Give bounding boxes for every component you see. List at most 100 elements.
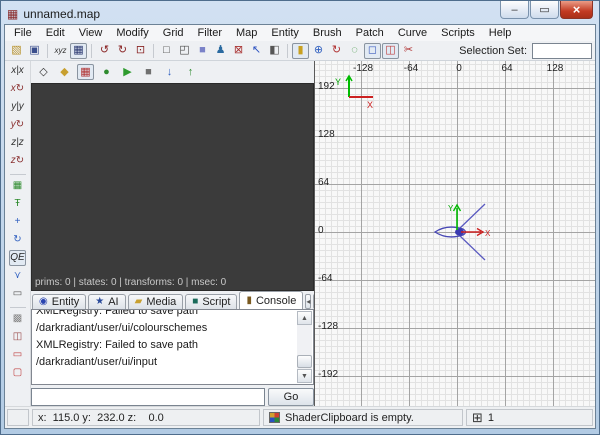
selection-set-input[interactable] xyxy=(532,43,592,59)
scroll-down-icon[interactable]: ▼ xyxy=(297,369,312,383)
maximize-button[interactable]: ▭ xyxy=(530,1,559,19)
console-command-input[interactable] xyxy=(31,388,265,406)
brush-cuboid-icon[interactable]: □ xyxy=(158,43,175,59)
rotate-tool-icon[interactable]: ↻ xyxy=(9,232,26,248)
marker-y-label: Y xyxy=(448,204,454,213)
tab-scroll-left-button[interactable]: ◂ xyxy=(305,294,311,309)
hollow-brush-icon[interactable]: ⊠ xyxy=(230,43,247,59)
camera-marker[interactable]: Y X xyxy=(419,198,519,268)
shader-clipboard-icon xyxy=(269,412,280,423)
grid-y-tick: 192 xyxy=(318,81,335,92)
console-output: XMLRegistry: Failed to save path/darkrad… xyxy=(36,309,295,371)
lighting-preview-icon[interactable]: ● xyxy=(98,64,115,80)
rotate-x-icon[interactable]: x↻ xyxy=(9,81,26,97)
close-button[interactable]: × xyxy=(560,1,593,19)
menu-item-scripts[interactable]: Scripts xyxy=(434,26,482,40)
rotate-manipulator-icon[interactable]: ↻ xyxy=(328,43,345,59)
farclip-in-icon[interactable]: ↓ xyxy=(161,64,178,80)
grid-view[interactable]: Y X Y xyxy=(314,61,596,406)
change-views-icon[interactable]: xyz xyxy=(52,43,69,59)
menu-item-entity[interactable]: Entity xyxy=(264,26,306,40)
camera-viewport[interactable]: prims: 0 | states: 0 | transforms: 0 | m… xyxy=(31,83,314,291)
tab-script[interactable]: ■Script xyxy=(185,294,237,309)
menu-item-file[interactable]: File xyxy=(7,26,39,40)
textured-mode-icon[interactable]: ◆ xyxy=(56,64,73,80)
brush-polyhedron-icon[interactable]: ■ xyxy=(194,43,211,59)
menu-item-view[interactable]: View xyxy=(72,26,110,40)
menu-item-patch[interactable]: Patch xyxy=(349,26,391,40)
minimize-button[interactable]: – xyxy=(500,1,529,19)
csg-subtract-icon[interactable]: ▦ xyxy=(9,178,26,194)
client-area: FileEditViewModifyGridFilterMapEntityBru… xyxy=(4,24,596,429)
realtime-play-icon[interactable]: ▶ xyxy=(119,64,136,80)
flip-x-icon[interactable]: x|x xyxy=(9,63,26,79)
select-entities-icon[interactable]: ▭ xyxy=(9,347,26,363)
status-grid-size: ⊞ 1 xyxy=(466,409,593,426)
tab-entity[interactable]: ◉Entity xyxy=(32,294,86,309)
menu-item-curve[interactable]: Curve xyxy=(391,26,434,40)
vertex-tool-icon[interactable]: ⋎ xyxy=(9,268,26,284)
farclip-out-icon[interactable]: ↑ xyxy=(182,64,199,80)
menu-item-brush[interactable]: Brush xyxy=(306,26,349,40)
coordinates-text: x: 115.0 y: 232.0 z: 0.0 xyxy=(38,412,164,424)
grid-x-tick: 0 xyxy=(456,63,462,74)
cursor-box-icon[interactable]: ↖ xyxy=(248,43,265,59)
texture-view-icon[interactable]: ▦ xyxy=(70,43,87,59)
tab-media[interactable]: ▰Media xyxy=(128,294,184,309)
camera-toolbar: ◇◆▦●▶■↓↑ xyxy=(31,61,314,83)
save-map-icon[interactable]: ▣ xyxy=(26,43,43,59)
menu-item-filter[interactable]: Filter xyxy=(191,26,229,40)
chevron-left-icon: ◂ xyxy=(306,297,310,306)
lighting-mode-icon[interactable]: ▦ xyxy=(77,64,94,80)
marker-x-label: X xyxy=(485,229,491,238)
scroll-up-icon[interactable]: ▲ xyxy=(297,311,312,325)
translate-tool-icon[interactable]: + xyxy=(9,214,26,230)
grid-x-tick: -64 xyxy=(404,63,418,74)
menu-item-edit[interactable]: Edit xyxy=(39,26,72,40)
grid-y-tick: -128 xyxy=(318,321,338,332)
content-area: x|xx↻y|yy↻z|zz↻▦Ŧ+↻QE⋎▭▩◫▭▢ ◇◆▦●▶■↓↑ pri… xyxy=(5,61,595,406)
translate-manipulator-icon[interactable]: ⊕ xyxy=(310,43,327,59)
speaker-mute-icon[interactable]: ◧ xyxy=(266,43,283,59)
select-touching-icon[interactable]: ▩ xyxy=(9,311,26,327)
select-inside-icon[interactable]: ◫ xyxy=(9,329,26,345)
flip-y-icon[interactable]: y|y xyxy=(9,99,26,115)
grid-y-tick: 0 xyxy=(318,225,324,236)
make-room-icon[interactable]: Ŧ xyxy=(9,196,26,212)
rotate-z-icon[interactable]: z↻ xyxy=(9,153,26,169)
undo-icon[interactable]: ↺ xyxy=(96,43,113,59)
flip-z-icon[interactable]: z|z xyxy=(9,135,26,151)
player-start-icon[interactable]: ♟ xyxy=(212,43,229,59)
menu-item-map[interactable]: Map xyxy=(229,26,264,40)
console-line: XMLRegistry: Failed to save path xyxy=(36,309,295,320)
drag-faces-icon[interactable]: ◫ xyxy=(382,43,399,59)
title-bar[interactable]: ▦ unnamed.map xyxy=(7,4,100,23)
script-tab-icon: ■ xyxy=(192,297,198,307)
tab-console[interactable]: ▮Console xyxy=(239,291,303,309)
wireframe-mode-icon[interactable]: ◇ xyxy=(35,64,52,80)
rotate-y-icon[interactable]: y↻ xyxy=(9,117,26,133)
lock-selection-icon[interactable]: ▮ xyxy=(292,43,309,59)
drag-vertices-icon[interactable]: ◻ xyxy=(364,43,381,59)
go-button-label: Go xyxy=(284,391,299,403)
toolbar-separator xyxy=(91,44,92,58)
realtime-stop-icon[interactable]: ■ xyxy=(140,64,157,80)
scrollbar-thumb[interactable] xyxy=(297,355,312,368)
redo-icon[interactable]: ↻ xyxy=(114,43,131,59)
ai-tab-icon: ★ xyxy=(95,297,104,307)
select-complete-icon[interactable]: ▢ xyxy=(9,365,26,381)
find-replace-textures-icon[interactable]: ⊡ xyxy=(132,43,149,59)
console-scrollbar[interactable]: ▲ ▼ xyxy=(297,311,312,383)
free-rotation-icon[interactable]: ◌ xyxy=(346,43,363,59)
menu-item-grid[interactable]: Grid xyxy=(156,26,191,40)
tab-ai[interactable]: ★AI xyxy=(88,294,125,309)
texture-window-icon[interactable]: ▭ xyxy=(9,286,26,302)
go-button[interactable]: Go xyxy=(268,388,314,406)
console-line: XMLRegistry: Failed to save path xyxy=(36,337,295,354)
open-map-icon[interactable]: ▧ xyxy=(8,43,25,59)
menu-item-modify[interactable]: Modify xyxy=(109,26,155,40)
qe-tool-button[interactable]: QE xyxy=(9,250,26,266)
menu-item-help[interactable]: Help xyxy=(482,26,519,40)
clipper-icon[interactable]: ✂ xyxy=(400,43,417,59)
brush-prism-icon[interactable]: ◰ xyxy=(176,43,193,59)
